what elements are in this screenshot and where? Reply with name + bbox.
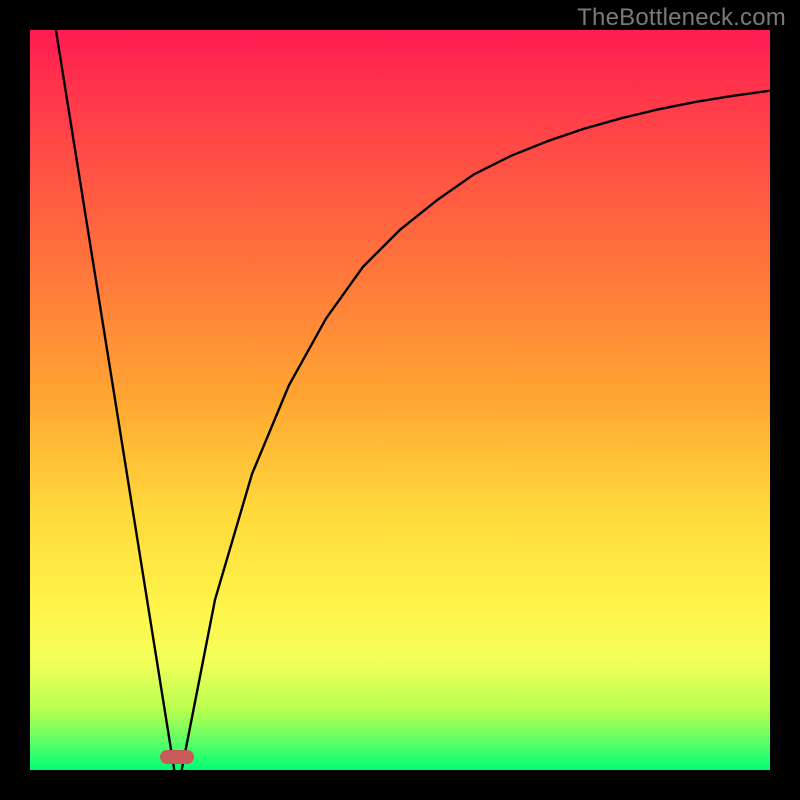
curve-path <box>56 30 770 770</box>
bottleneck-curve <box>30 30 770 770</box>
vertex-marker <box>160 750 194 764</box>
chart-frame: TheBottleneck.com <box>0 0 800 800</box>
watermark-text: TheBottleneck.com <box>577 4 786 32</box>
plot-area <box>30 30 770 770</box>
